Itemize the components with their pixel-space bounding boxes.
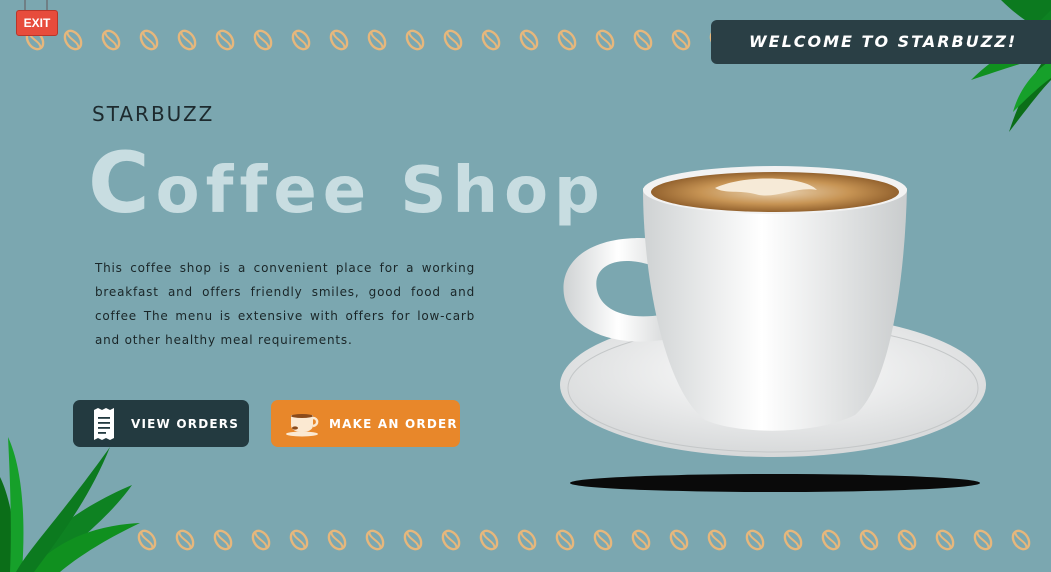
coffee-bean-icon (633, 29, 653, 51)
coffee-bean-icon (443, 29, 463, 51)
coffee-bean-icon (175, 529, 195, 551)
coffee-bean-icon (671, 29, 691, 51)
coffee-bean-icon (403, 529, 423, 551)
make-order-button[interactable]: MAKE AN ORDER (271, 400, 460, 447)
coffee-cup-icon (286, 413, 319, 436)
leaf-icon (0, 437, 140, 572)
coffee-bean-icon (251, 529, 271, 551)
coffee-bean-icon (213, 529, 233, 551)
coffee-bean-icon (519, 29, 539, 51)
coffee-bean-icon (859, 529, 879, 551)
coffee-bean-icon (517, 529, 537, 551)
bean-border-bottom (134, 526, 1034, 554)
coffee-bean-icon (707, 529, 727, 551)
coffee-bean-icon (139, 29, 159, 51)
coffee-bean-icon (101, 29, 121, 51)
coffee-bean-icon (329, 29, 349, 51)
coffee-bean-icon (783, 529, 803, 551)
welcome-banner: WELCOME TO STARBUZZ! (711, 20, 1051, 64)
coffee-bean-icon (821, 529, 841, 551)
coffee-bean-icon (367, 29, 387, 51)
coffee-bean-icon (897, 529, 917, 551)
shop-description: This coffee shop is a convenient place f… (95, 261, 475, 347)
coffee-bean-icon (631, 529, 651, 551)
coffee-bean-icon (973, 529, 993, 551)
coffee-bean-icon (441, 529, 461, 551)
coffee-bean-icon (177, 29, 197, 51)
coffee-bean-icon (557, 29, 577, 51)
coffee-bean-icon (63, 29, 83, 51)
coffee-bean-icon (137, 529, 157, 551)
coffee-bean-icon (365, 529, 385, 551)
exit-sign-icon[interactable]: EXIT (16, 0, 58, 38)
bean-border-top (22, 26, 732, 54)
view-orders-label: VIEW ORDERS (131, 416, 240, 431)
coffee-bean-icon (745, 529, 765, 551)
coffee-bean-icon (1011, 529, 1031, 551)
coffee-bean-icon (327, 529, 347, 551)
receipt-icon (94, 407, 114, 440)
coffee-bean-icon (595, 29, 615, 51)
brand-name: STARBUZZ (92, 102, 215, 126)
coffee-bean-icon (289, 529, 309, 551)
coffee-bean-icon (479, 529, 499, 551)
coffee-bean-icon (405, 29, 425, 51)
exit-button[interactable]: EXIT (16, 10, 58, 36)
page-title-rest: offee Shop (155, 154, 606, 228)
coffee-bean-icon (253, 29, 273, 51)
page-title-initial: C (88, 134, 156, 232)
coffee-bean-icon (481, 29, 501, 51)
coffee-cup-image (555, 160, 995, 500)
coffee-bean-icon (935, 529, 955, 551)
coffee-bean-icon (669, 529, 689, 551)
coffee-bean-icon (215, 29, 235, 51)
coffee-bean-icon (291, 29, 311, 51)
coffee-bean-icon (593, 529, 613, 551)
make-order-label: MAKE AN ORDER (329, 416, 458, 431)
page-title: Coffee Shop (88, 134, 606, 232)
coffee-bean-icon (555, 529, 575, 551)
